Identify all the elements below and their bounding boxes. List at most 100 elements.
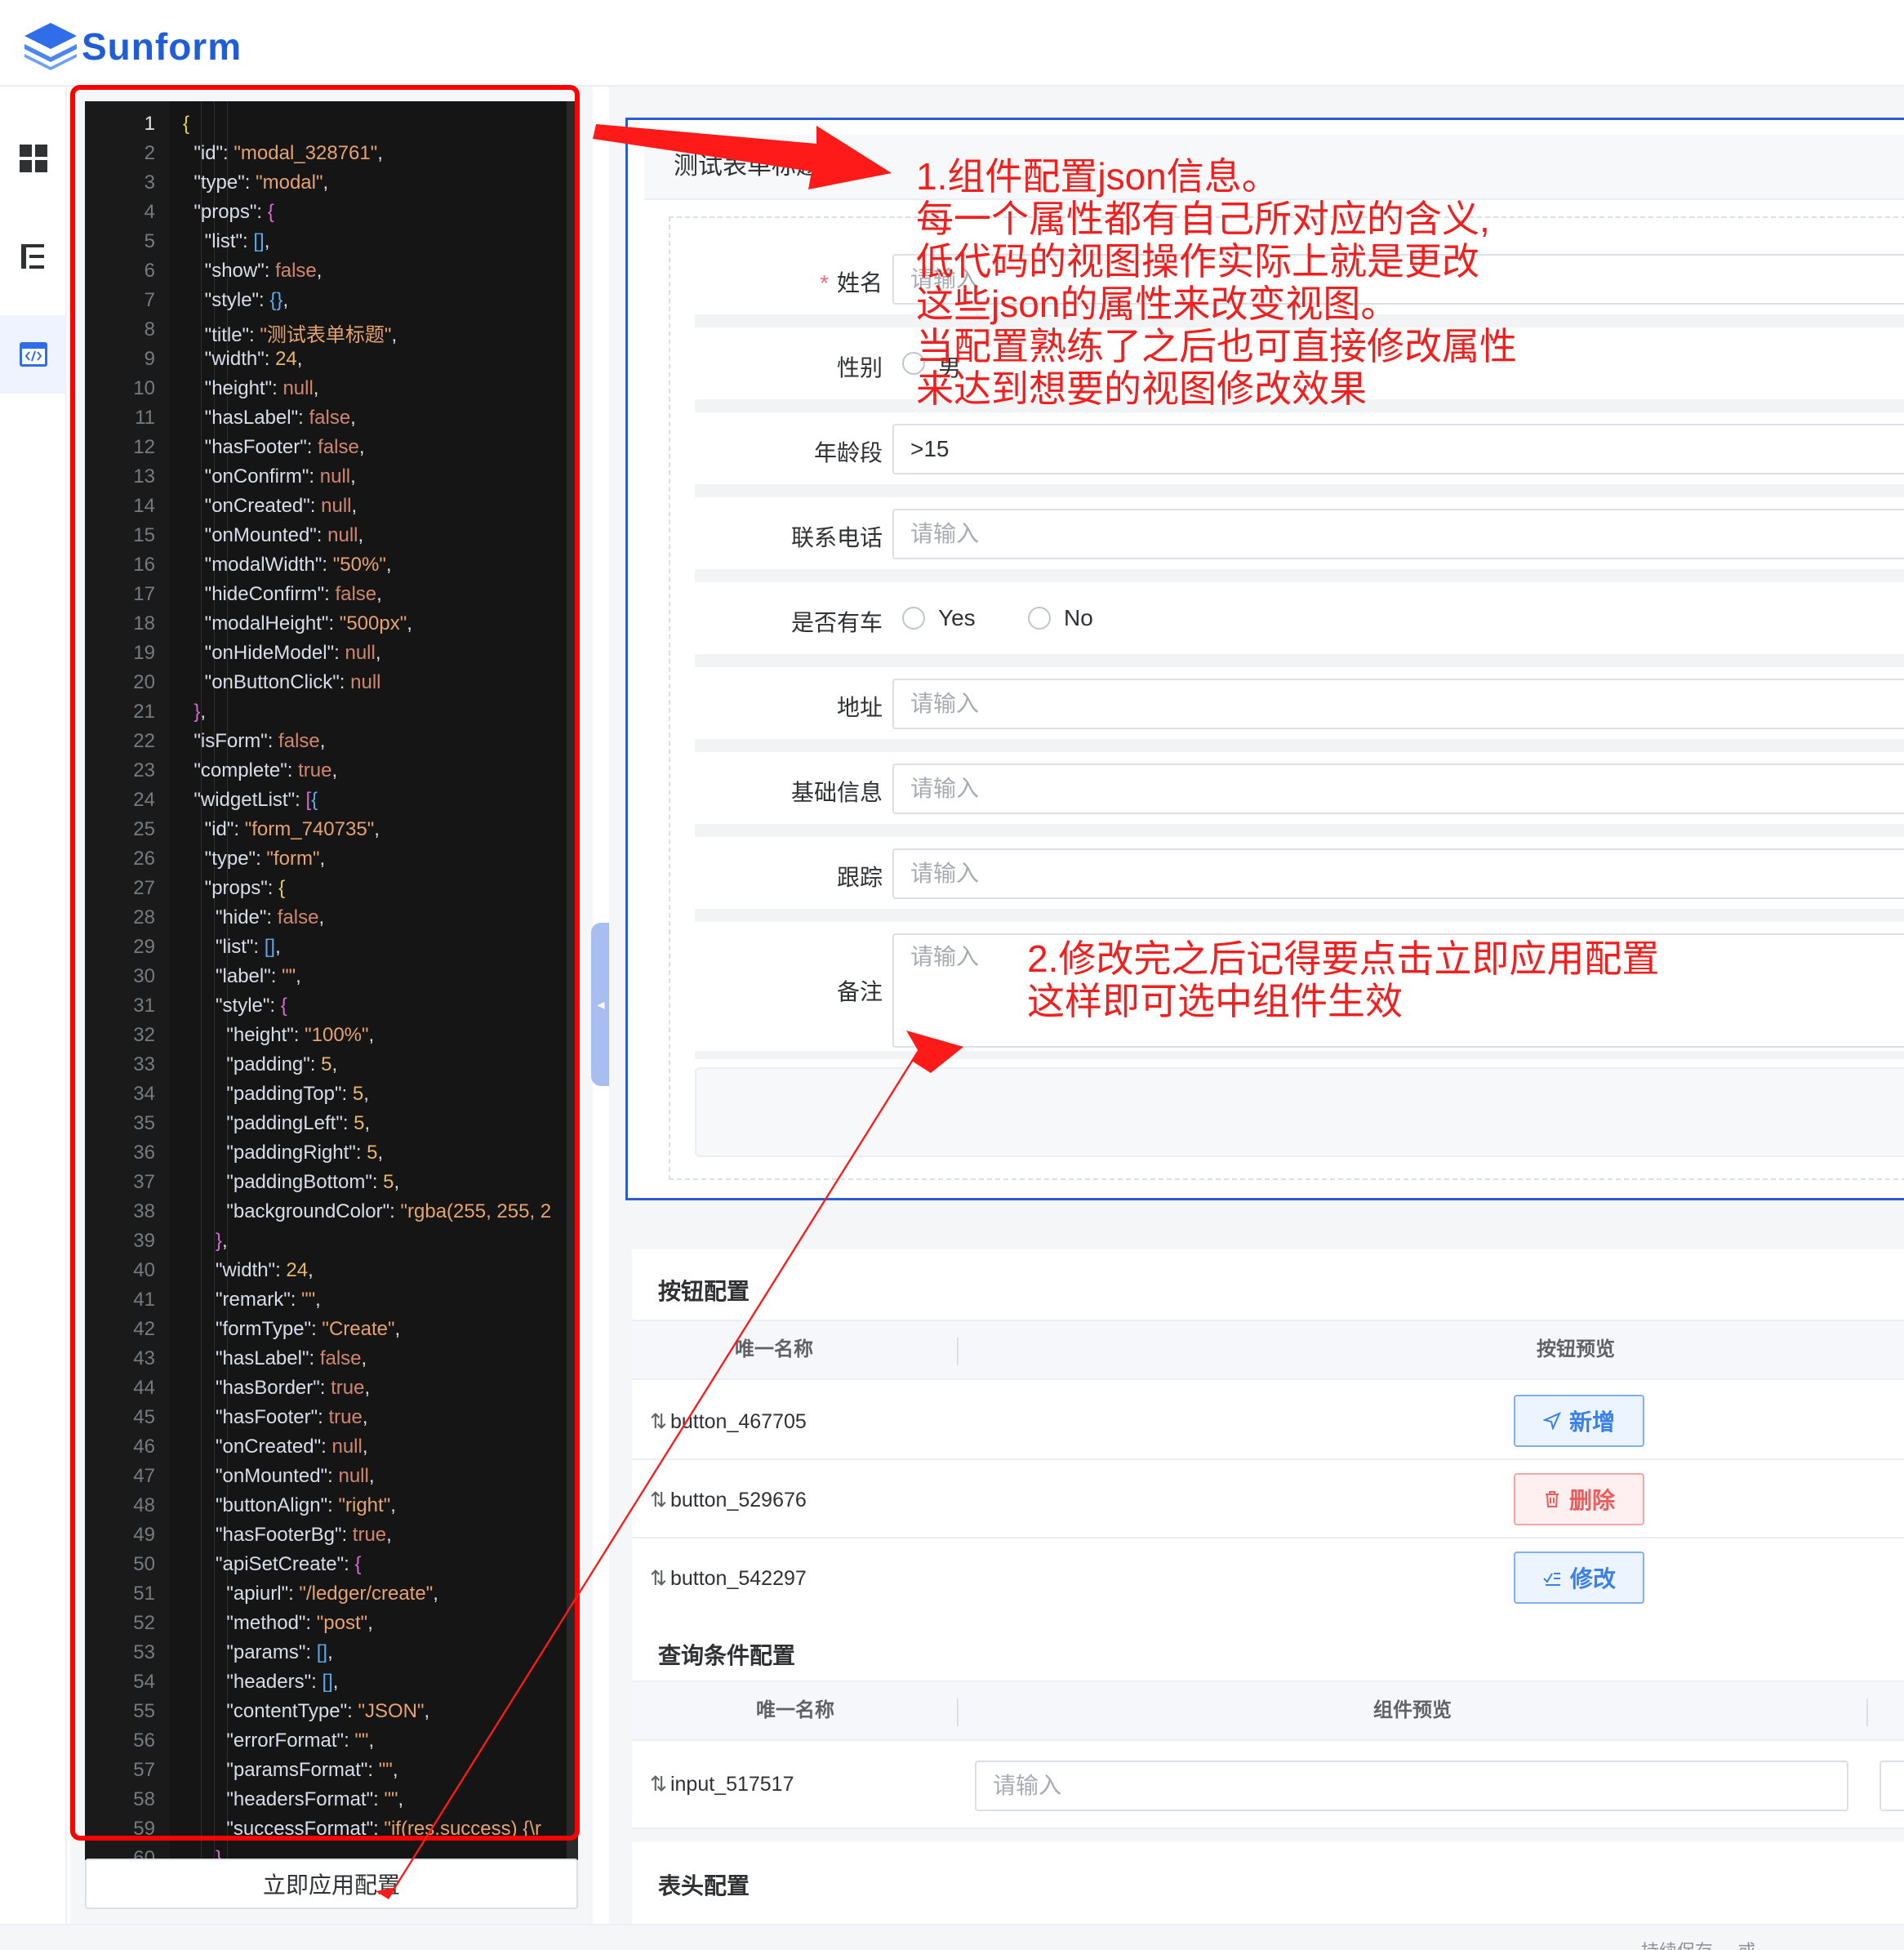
code-line[interactable]: 27 "props": { xyxy=(85,877,567,906)
新增-preview-button[interactable]: 新增 xyxy=(1514,1395,1644,1447)
code-line[interactable]: 43 "hasLabel": false, xyxy=(85,1347,567,1377)
code-line[interactable]: 1{ xyxy=(85,113,567,142)
field-label: 跟踪 xyxy=(836,865,883,890)
code-line[interactable]: 22 "isForm": false, xyxy=(85,730,567,759)
code-line[interactable]: 28 "hide": false, xyxy=(85,906,567,936)
code-line[interactable]: 25 "id": "form_740735", xyxy=(85,818,567,848)
code-line[interactable]: 3 "type": "modal", xyxy=(85,171,567,201)
field-input[interactable]: 请输入 xyxy=(892,679,1904,729)
drag-handle-icon[interactable]: ⇅ xyxy=(650,1567,667,1590)
code-line[interactable]: 16 "modalWidth": "50%", xyxy=(85,554,567,583)
side-nav xyxy=(0,87,67,1924)
code-text: "paddingTop": 5, xyxy=(183,1083,369,1105)
code-editor[interactable]: 1{2 "id": "modal_328761", 3 "type": "moda… xyxy=(85,101,578,1860)
drag-handle-icon[interactable]: ⇅ xyxy=(650,1489,667,1511)
apply-config-button[interactable]: 立即应用配置 xyxy=(85,1859,578,1909)
code-line[interactable]: 11 "hasLabel": false, xyxy=(85,407,567,436)
field-input[interactable]: 请输入 xyxy=(892,509,1904,559)
code-line[interactable]: 52 "method": "post", xyxy=(85,1612,567,1641)
code-line[interactable]: 15 "onMounted": null, xyxy=(85,524,567,554)
code-line[interactable]: 50 "apiSetCreate": { xyxy=(85,1553,567,1583)
code-line[interactable]: 7 "style": {}, xyxy=(85,289,567,318)
code-line[interactable]: 55 "contentType": "JSON", xyxy=(85,1700,567,1730)
code-line[interactable]: 58 "headersFormat": "", xyxy=(85,1788,567,1818)
code-line[interactable]: 45 "hasFooter": true, xyxy=(85,1406,567,1436)
nav-item-dashboard[interactable] xyxy=(0,119,67,198)
code-line[interactable]: 57 "paramsFormat": "", xyxy=(85,1759,567,1788)
code-line[interactable]: 10 "height": null, xyxy=(85,377,567,407)
code-lines[interactable]: 1{2 "id": "modal_328761", 3 "type": "moda… xyxy=(85,113,567,1860)
line-number: 14 xyxy=(133,495,155,517)
code-line[interactable]: 21 }, xyxy=(85,701,567,730)
radio-option[interactable] xyxy=(1028,607,1051,630)
radio-label[interactable]: Yes xyxy=(938,605,976,631)
code-line[interactable]: 35 "paddingLeft": 5, xyxy=(85,1112,567,1142)
code-line[interactable]: 33 "padding": 5, xyxy=(85,1053,567,1083)
radio-label[interactable]: No xyxy=(1064,605,1093,631)
code-line[interactable]: 53 "params": [], xyxy=(85,1641,567,1671)
code-line[interactable]: 38 "backgroundColor": "rgba(255, 255, 2 xyxy=(85,1200,567,1230)
code-line[interactable]: 26 "type": "form", xyxy=(85,848,567,877)
collapse-handle[interactable]: ◂ xyxy=(591,923,611,1086)
table-row[interactable]: ⇅ input_517517 请输入 xyxy=(632,1743,1904,1829)
code-line[interactable]: 51 "apiurl": "/ledger/create", xyxy=(85,1583,567,1612)
code-line[interactable]: 32 "height": "100%", xyxy=(85,1024,567,1053)
line-number: 12 xyxy=(133,436,155,458)
code-line[interactable]: 13 "onConfirm": null, xyxy=(85,465,567,495)
header-config-title: 表头配置 xyxy=(658,1873,750,1899)
line-number: 54 xyxy=(133,1671,155,1693)
修改-preview-button[interactable]: 修改 xyxy=(1514,1552,1644,1604)
table-row[interactable]: ⇅ button_529676 删除 xyxy=(632,1460,1904,1538)
code-line[interactable]: 8 "title": "测试表单标题", xyxy=(85,318,567,348)
line-number: 13 xyxy=(133,465,155,488)
line-number: 43 xyxy=(133,1347,155,1369)
code-line[interactable]: 19 "onHideModel": null, xyxy=(85,642,567,671)
code-line[interactable]: 54 "headers": [], xyxy=(85,1671,567,1700)
code-line[interactable]: 42 "formType": "Create", xyxy=(85,1318,567,1347)
code-line[interactable]: 5 "list": [], xyxy=(85,230,567,260)
field-input[interactable]: >15 xyxy=(892,424,1904,474)
code-line[interactable]: 9 "width": 24, xyxy=(85,348,567,377)
code-line[interactable]: 18 "modalHeight": "500px", xyxy=(85,612,567,642)
code-line[interactable]: 34 "paddingTop": 5, xyxy=(85,1083,567,1112)
code-line[interactable]: 2 "id": "modal_328761", xyxy=(85,142,567,171)
code-text: "hasLabel": false, xyxy=(183,1347,367,1369)
code-line[interactable]: 30 "label": "", xyxy=(85,965,567,995)
code-line[interactable]: 47 "onMounted": null, xyxy=(85,1465,567,1494)
code-line[interactable]: 37 "paddingBottom": 5, xyxy=(85,1171,567,1200)
code-line[interactable]: 49 "hasFooterBg": true, xyxy=(85,1524,567,1553)
query-input-preview[interactable]: 请输入 xyxy=(975,1761,1848,1811)
nav-item-code[interactable] xyxy=(0,315,67,394)
brand-name[interactable]: Sunform xyxy=(82,24,242,69)
code-line[interactable]: 24 "widgetList": [{ xyxy=(85,789,567,818)
code-line[interactable]: 14 "onCreated": null, xyxy=(85,495,567,524)
drag-handle-icon[interactable]: ⇅ xyxy=(650,1410,667,1433)
code-line[interactable]: 44 "hasBorder": true, xyxy=(85,1377,567,1406)
code-line[interactable]: 56 "errorFormat": "", xyxy=(85,1730,567,1759)
code-line[interactable]: 12 "hasFooter": false, xyxy=(85,436,567,465)
code-line[interactable]: 4 "props": { xyxy=(85,201,567,230)
radio-option[interactable] xyxy=(902,607,925,630)
editor-scrollbar[interactable] xyxy=(567,101,578,1860)
code-line[interactable]: 46 "onCreated": null, xyxy=(85,1436,567,1465)
code-line[interactable]: 36 "paddingRight": 5, xyxy=(85,1142,567,1171)
table-row[interactable]: ⇅ button_467705 新增 xyxy=(632,1382,1904,1460)
nav-item-tree[interactable] xyxy=(0,217,67,296)
code-line[interactable]: 20 "onButtonClick": null xyxy=(85,671,567,701)
code-line[interactable]: 23 "complete": true, xyxy=(85,759,567,789)
code-line[interactable]: 29 "list": [], xyxy=(85,936,567,965)
table-row[interactable]: ⇅ button_542297 修改 xyxy=(632,1538,1904,1617)
删除-preview-button[interactable]: 删除 xyxy=(1514,1473,1644,1525)
code-line[interactable]: 40 "width": 24, xyxy=(85,1259,567,1289)
code-line[interactable]: 39 }, xyxy=(85,1230,567,1259)
drag-handle-icon[interactable]: ⇅ xyxy=(650,1773,667,1796)
field-input[interactable]: 请输入 xyxy=(892,848,1904,899)
code-line[interactable]: 59 "successFormat": "if(res.success) {\r xyxy=(85,1818,567,1847)
code-line[interactable]: 48 "buttonAlign": "right", xyxy=(85,1494,567,1524)
code-line[interactable]: 17 "hideConfirm": false, xyxy=(85,583,567,612)
code-line[interactable]: 6 "show": false, xyxy=(85,260,567,289)
field-input[interactable]: 请输入 xyxy=(892,764,1904,814)
code-line[interactable]: 41 "remark": "", xyxy=(85,1289,567,1318)
code-line[interactable]: 31 "style": { xyxy=(85,995,567,1024)
code-text: "apiurl": "/ledger/create", xyxy=(183,1583,438,1605)
